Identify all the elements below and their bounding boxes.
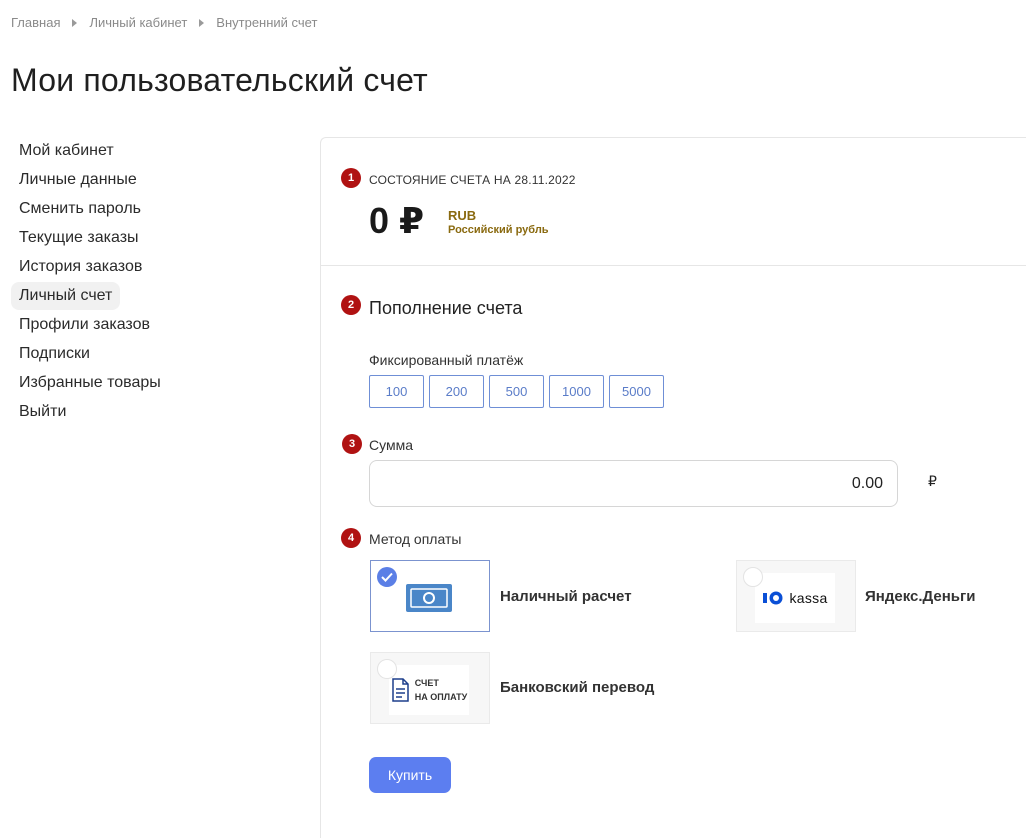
sidebar-item-subscriptions[interactable]: Подписки — [11, 340, 98, 368]
yookassa-logo: kassa — [755, 573, 835, 623]
invoice-logo-text-2: НА ОПЛАТУ — [414, 692, 468, 702]
sidebar-item-order-history[interactable]: История заказов — [11, 253, 150, 281]
step-badge-1: 1 — [341, 168, 361, 188]
payment-option-bank-transfer[interactable]: СЧЕТ НА ОПЛАТУ — [370, 652, 490, 724]
sidebar-item-personal-data[interactable]: Личные данные — [11, 166, 145, 194]
sidebar-item-logout[interactable]: Выйти — [11, 398, 74, 426]
amount-button-200[interactable]: 200 — [429, 375, 484, 408]
sum-currency: ₽ — [928, 473, 937, 489]
sidebar-item-personal-account[interactable]: Личный счет — [11, 282, 121, 310]
page-title: Мои пользовательский счет — [11, 62, 428, 98]
amount-button-500[interactable]: 500 — [489, 375, 544, 408]
breadcrumb-personal-account[interactable]: Личный кабинет — [89, 15, 187, 30]
invoice-icon: СЧЕТ НА ОПЛАТУ — [389, 665, 469, 715]
fixed-amounts: 100 200 500 1000 5000 — [369, 375, 664, 408]
breadcrumb-home[interactable]: Главная — [11, 15, 60, 30]
step-badge-4: 4 — [341, 528, 361, 548]
fixed-payment-label: Фиксированный платёж — [369, 352, 524, 368]
payment-name-cash[interactable]: Наличный расчет — [500, 588, 632, 605]
account-state-label: СОСТОЯНИЕ СЧЕТА НА 28.11.2022 — [369, 173, 576, 187]
payment-name-bank-transfer[interactable]: Банковский перевод — [500, 679, 654, 696]
sidebar-item-order-profiles[interactable]: Профили заказов — [11, 311, 158, 339]
payment-name-yandex-money[interactable]: Яндекс.Деньги — [865, 588, 976, 605]
step-badge-3: 3 — [342, 434, 362, 454]
breadcrumb-arrow-icon — [72, 18, 78, 27]
section-divider — [320, 265, 1026, 266]
cash-icon — [389, 573, 469, 623]
sidebar: Мой кабинет Личные данные Сменить пароль… — [11, 137, 211, 427]
radio-icon — [377, 659, 397, 679]
sidebar-item-my-cabinet[interactable]: Мой кабинет — [11, 137, 122, 165]
sidebar-item-current-orders[interactable]: Текущие заказы — [11, 224, 147, 252]
amount-button-5000[interactable]: 5000 — [609, 375, 664, 408]
invoice-logo-text-1: СЧЕТ — [414, 678, 439, 688]
sum-input[interactable] — [369, 460, 898, 507]
selected-check-icon — [377, 567, 397, 587]
amount-button-1000[interactable]: 1000 — [549, 375, 604, 408]
currency-code: RUB — [448, 208, 477, 223]
account-balance: 0 ₽ — [369, 200, 425, 241]
breadcrumb-current: Внутренний счет — [216, 15, 318, 30]
breadcrumb: Главная Личный кабинет Внутренний счет — [11, 15, 317, 30]
buy-button[interactable]: Купить — [369, 757, 451, 793]
payment-method-label: Метод оплаты — [369, 531, 462, 547]
currency-name: Российский рубль — [448, 224, 549, 236]
yookassa-logo-text: kassa — [789, 590, 828, 606]
sidebar-item-change-password[interactable]: Сменить пароль — [11, 195, 149, 223]
sum-label: Сумма — [369, 437, 413, 453]
topup-title: Пополнение счета — [369, 298, 523, 318]
payment-option-cash[interactable] — [370, 560, 490, 632]
breadcrumb-arrow-icon — [199, 18, 205, 27]
payment-option-yandex-money[interactable]: kassa — [736, 560, 856, 632]
radio-icon — [743, 567, 763, 587]
sidebar-item-favorites[interactable]: Избранные товары — [11, 369, 169, 397]
amount-button-100[interactable]: 100 — [369, 375, 424, 408]
step-badge-2: 2 — [341, 295, 361, 315]
